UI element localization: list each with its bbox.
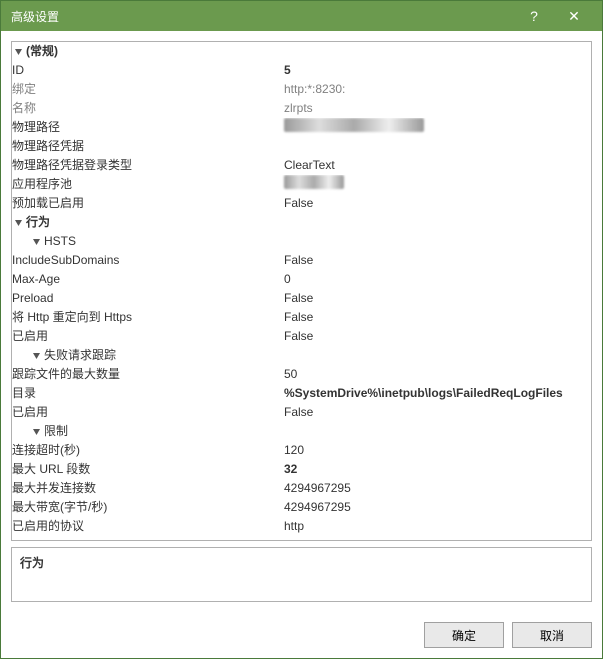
prop-bindings[interactable]: 绑定 http:*:8230: <box>12 80 591 99</box>
prop-hsts-maxage[interactable]: Max-Age 0 <box>12 270 591 289</box>
redacted-value <box>280 118 591 137</box>
prop-name[interactable]: 名称 zlrpts <box>12 99 591 118</box>
chevron-down-icon[interactable] <box>30 350 42 362</box>
category-failed-request-tracing[interactable]: 失败请求跟踪 <box>12 346 591 365</box>
prop-connection-timeout[interactable]: 连接超时(秒) 120 <box>12 441 591 460</box>
prop-hsts-preload[interactable]: Preload False <box>12 289 591 308</box>
chevron-down-icon[interactable] <box>12 46 24 58</box>
prop-fr-enabled[interactable]: 已启用 False <box>12 403 591 422</box>
cancel-button[interactable]: 取消 <box>512 622 592 648</box>
category-general[interactable]: (常规) <box>12 42 591 61</box>
category-label: 失败请求跟踪 <box>44 346 116 365</box>
category-label: 限制 <box>44 422 68 441</box>
category-behavior[interactable]: 行为 <box>12 213 591 232</box>
description-title: 行为 <box>20 554 583 571</box>
category-label: 行为 <box>26 213 50 232</box>
category-label: HSTS <box>44 232 76 251</box>
prop-enabled-protocols[interactable]: 已启用的协议 http <box>12 517 591 536</box>
chevron-down-icon[interactable] <box>30 426 42 438</box>
category-label: (常规) <box>26 42 58 61</box>
description-panel: 行为 <box>11 547 592 602</box>
dialog-footer: 确定 取消 <box>1 612 602 658</box>
titlebar: 高级设置 ? ✕ <box>1 1 602 31</box>
advanced-settings-dialog: 高级设置 ? ✕ (常规) ID 5 <box>0 0 603 659</box>
prop-preload-enabled[interactable]: 预加载已启用 False <box>12 194 591 213</box>
help-button[interactable]: ? <box>514 8 554 24</box>
prop-app-pool[interactable]: 应用程序池 <box>12 175 591 194</box>
prop-id[interactable]: ID 5 <box>12 61 591 80</box>
category-limits[interactable]: 限制 <box>12 422 591 441</box>
prop-max-url-segments[interactable]: 最大 URL 段数 32 <box>12 460 591 479</box>
chevron-down-icon[interactable] <box>12 217 24 229</box>
prop-max-bandwidth[interactable]: 最大带宽(字节/秒) 4294967295 <box>12 498 591 517</box>
prop-fr-directory[interactable]: 目录 %SystemDrive%\inetpub\logs\FailedReqL… <box>12 384 591 403</box>
prop-physical-path-creds[interactable]: 物理路径凭据 <box>12 137 591 156</box>
redacted-value <box>280 175 591 194</box>
prop-physical-path-login[interactable]: 物理路径凭据登录类型 ClearText <box>12 156 591 175</box>
prop-physical-path[interactable]: 物理路径 <box>12 118 591 137</box>
prop-hsts-includesubdomains[interactable]: IncludeSubDomains False <box>12 251 591 270</box>
content-area: (常规) ID 5 绑定 http:*:8230: 名称 zlrpts <box>1 31 602 612</box>
property-grid[interactable]: (常规) ID 5 绑定 http:*:8230: 名称 zlrpts <box>11 41 592 541</box>
prop-hsts-enabled[interactable]: 已启用 False <box>12 327 591 346</box>
ok-button[interactable]: 确定 <box>424 622 504 648</box>
prop-hsts-redirect[interactable]: 将 Http 重定向到 Https False <box>12 308 591 327</box>
prop-fr-maxfiles[interactable]: 跟踪文件的最大数量 50 <box>12 365 591 384</box>
close-button[interactable]: ✕ <box>554 8 594 25</box>
category-hsts[interactable]: HSTS <box>12 232 591 251</box>
chevron-down-icon[interactable] <box>30 236 42 248</box>
window-title: 高级设置 <box>11 8 514 25</box>
prop-max-connections[interactable]: 最大并发连接数 4294967295 <box>12 479 591 498</box>
